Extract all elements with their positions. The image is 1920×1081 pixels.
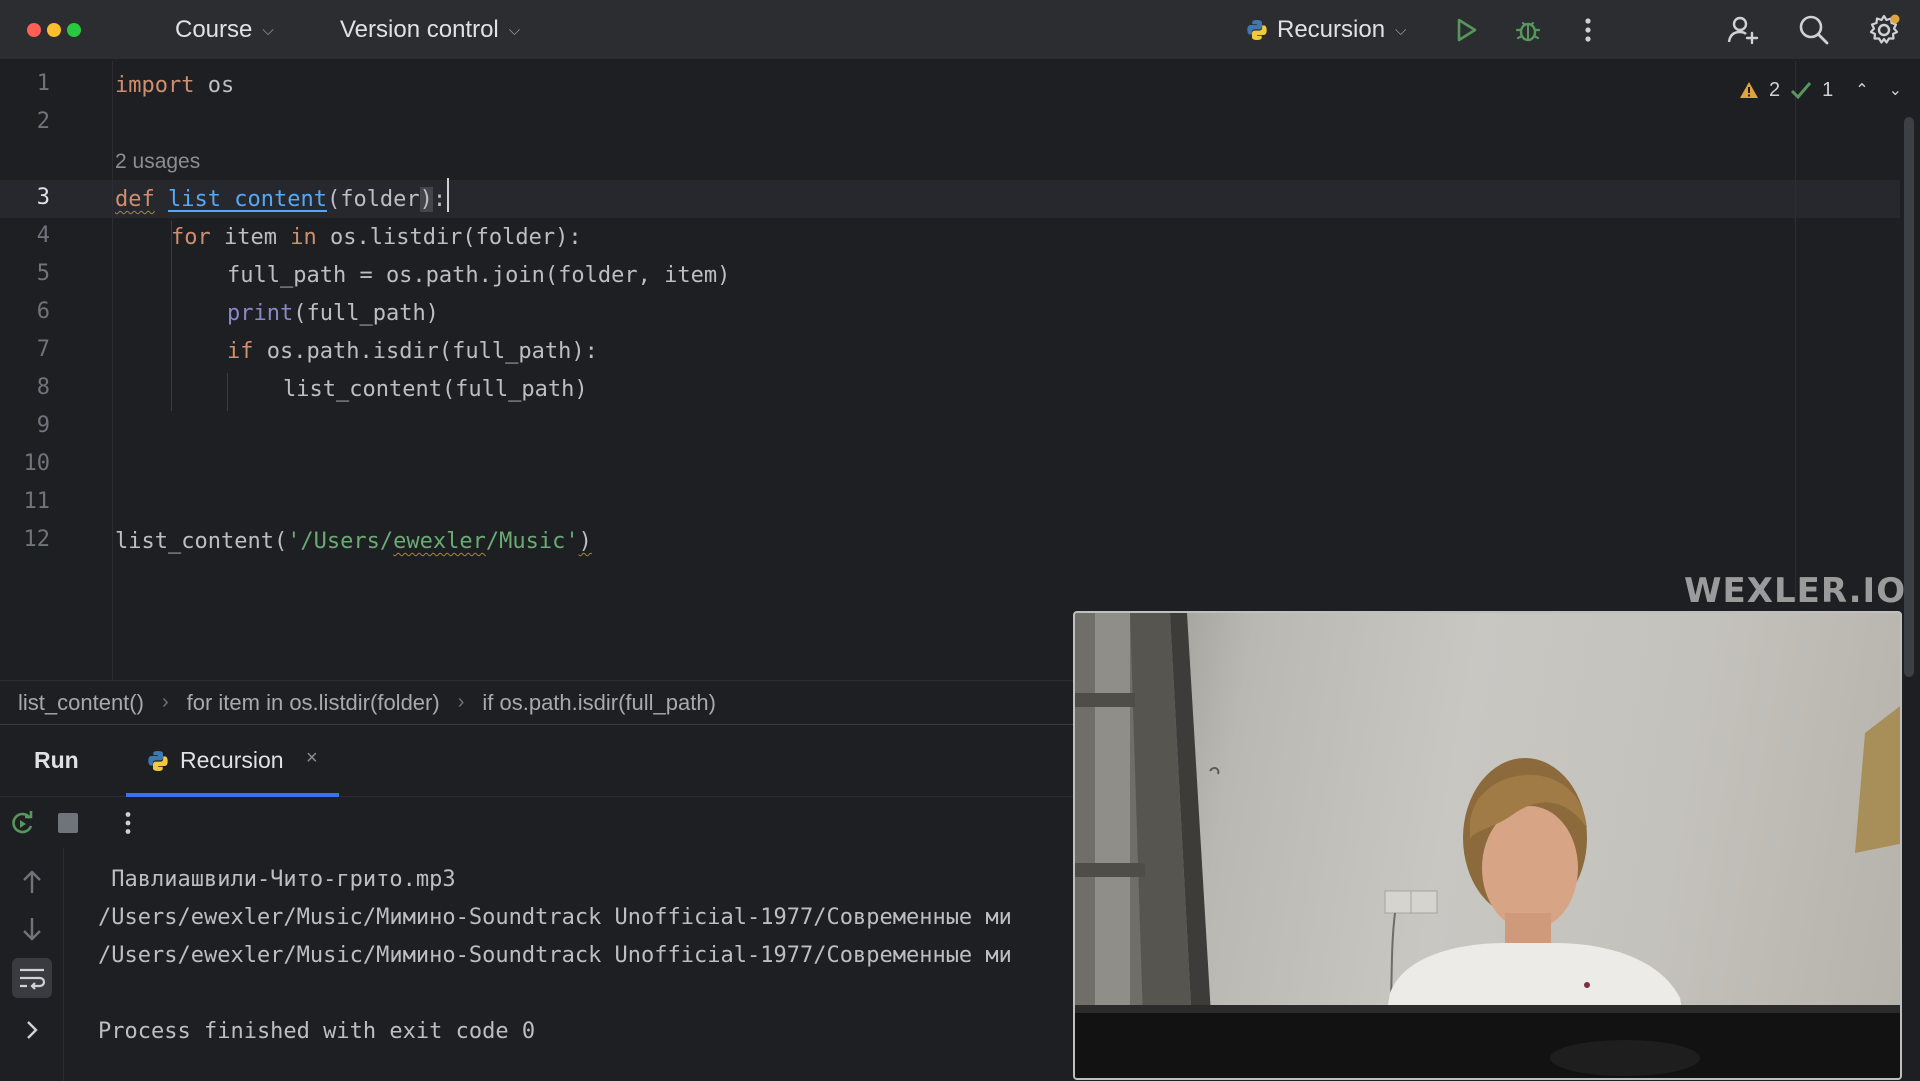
line-number: 9 [36,413,50,438]
run-configuration-selector[interactable]: Recursion ⌵ [1245,14,1406,46]
line-number: 10 [23,451,51,476]
code-editor[interactable]: 1 2 3 4 5 6 7 8 9 10 11 12 import os 2 u… [0,61,1920,680]
line-number: 8 [36,375,50,400]
settings-button[interactable] [1866,12,1902,48]
chevron-right-icon [27,1021,38,1039]
line-number: 4 [36,223,50,248]
breadcrumb: list_content() › for item in os.listdir(… [0,680,1075,724]
line-number-gutter[interactable]: 1 2 3 4 5 6 7 8 9 10 11 12 [0,61,113,680]
chevron-down-icon: ⌵ [1395,21,1407,39]
line-number: 2 [36,109,50,134]
stop-button[interactable] [50,805,86,841]
usages-hint[interactable]: 2 usages [115,147,200,177]
line-number: 5 [36,261,50,286]
code-line-5: full_path = os.path.join(folder, item) [227,263,731,288]
close-icon[interactable]: × [306,747,318,770]
editor-margin-line [1795,61,1796,601]
console-output-line: /Users/ewexler/Music/Мимино-Soundtrack U… [98,943,1012,968]
maximize-window-button[interactable] [67,23,81,37]
active-tab-indicator [126,793,339,797]
run-configuration-label: Recursion [1277,16,1386,43]
arrow-down-icon [23,918,41,941]
debug-icon [1515,21,1541,42]
breadcrumb-item[interactable]: for item in os.listdir(folder) [187,690,440,716]
ok-count: 1 [1822,78,1834,101]
debug-button[interactable] [1510,12,1546,48]
main-toolbar: Course ⌵ Version control ⌵ Recursion ⌵ [0,0,1920,60]
indent-guide [227,373,228,411]
more-actions-button[interactable] [1570,12,1606,48]
line-number: 1 [36,71,50,96]
run-tool-window-title: Run [34,747,79,773]
check-icon [1791,82,1812,99]
code-line-8: list_content(full_path) [283,377,588,402]
add-user-icon [1727,16,1759,45]
breadcrumb-item[interactable]: list_content() [18,690,144,716]
line-number-current: 3 [36,185,50,210]
chevron-down-icon: ⌵ [508,21,521,39]
code-line-1: import os [115,73,235,98]
rerun-icon [12,811,33,834]
course-menu-label: Course [175,16,253,43]
code-with-me-button[interactable] [1725,12,1761,48]
line-number: 11 [23,489,51,514]
stop-icon [58,813,78,833]
search-icon [1799,15,1829,45]
next-highlight-icon[interactable]: ⌄ [1889,80,1902,100]
version-control-menu[interactable]: Version control ⌵ [340,14,520,46]
inspection-widget[interactable]: 2 1 ⌃ ⌄ [1739,75,1902,105]
line-number: 6 [36,299,50,324]
run-icon [1457,18,1477,42]
breadcrumb-item[interactable]: if os.path.isdir(full_path) [482,690,716,716]
line-number: 7 [36,337,50,362]
soft-wrap-icon [20,968,46,990]
soft-wrap-toggle[interactable] [12,958,52,998]
console-output-line: Process finished with exit code 0 [98,1019,536,1044]
close-window-button[interactable] [27,23,41,37]
warning-icon [1739,82,1758,98]
text-cursor [447,178,449,212]
chevron-down-icon: ⌵ [262,21,274,39]
run-toolbar [0,798,1075,848]
tab-recursion-label: Recursion [180,747,284,773]
more-vertical-icon [125,812,131,834]
code-line-4: for item in os.listdir(folder): [171,225,582,250]
search-everywhere-button[interactable] [1796,12,1832,48]
version-control-menu-label: Version control [340,16,499,43]
python-icon [1247,20,1267,40]
line-number: 12 [23,527,51,552]
run-tool-window: Run Recursion × Павлиашвили-Чито-грито.m… [0,724,1075,1081]
chevron-right-icon: › [457,691,465,713]
more-vertical-icon [1585,18,1591,42]
run-button[interactable] [1448,12,1484,48]
warning-count: 2 [1768,78,1781,101]
scroll-down-button[interactable] [14,911,50,947]
tab-recursion[interactable]: Recursion × [126,725,339,797]
console-output-line: /Users/ewexler/Music/Мимино-Soundtrack U… [98,905,1012,930]
run-more-button[interactable] [110,805,146,841]
code-line-7: if os.path.isdir(full_path): [227,339,598,364]
course-menu[interactable]: Course ⌵ [175,14,274,46]
webcam-video-frame [1075,613,1900,1078]
python-icon [148,751,168,771]
chevron-right-icon: › [161,691,169,713]
console-output-line: Павлиашвили-Чито-грито.mp3 [98,867,456,892]
run-tool-window-header: Run Recursion × [0,725,1075,797]
webcam-overlay [1073,611,1902,1080]
arrow-up-icon [23,870,41,893]
scroll-up-button[interactable] [14,864,50,900]
settings-icon [1869,14,1900,44]
expand-toolbar-button[interactable] [14,1012,50,1048]
minimize-window-button[interactable] [47,23,61,37]
watermark-logo: WEXLER.IO [1684,571,1907,611]
rerun-button[interactable] [4,805,40,841]
run-side-toolbar [0,848,64,1081]
previous-highlight-icon[interactable]: ⌃ [1855,80,1868,100]
code-line-6: print(full_path) [227,301,439,326]
code-line-3: def list_content(folder): [115,187,447,212]
code-line-12: list_content('/Users/ewexler/Music') [115,529,592,554]
